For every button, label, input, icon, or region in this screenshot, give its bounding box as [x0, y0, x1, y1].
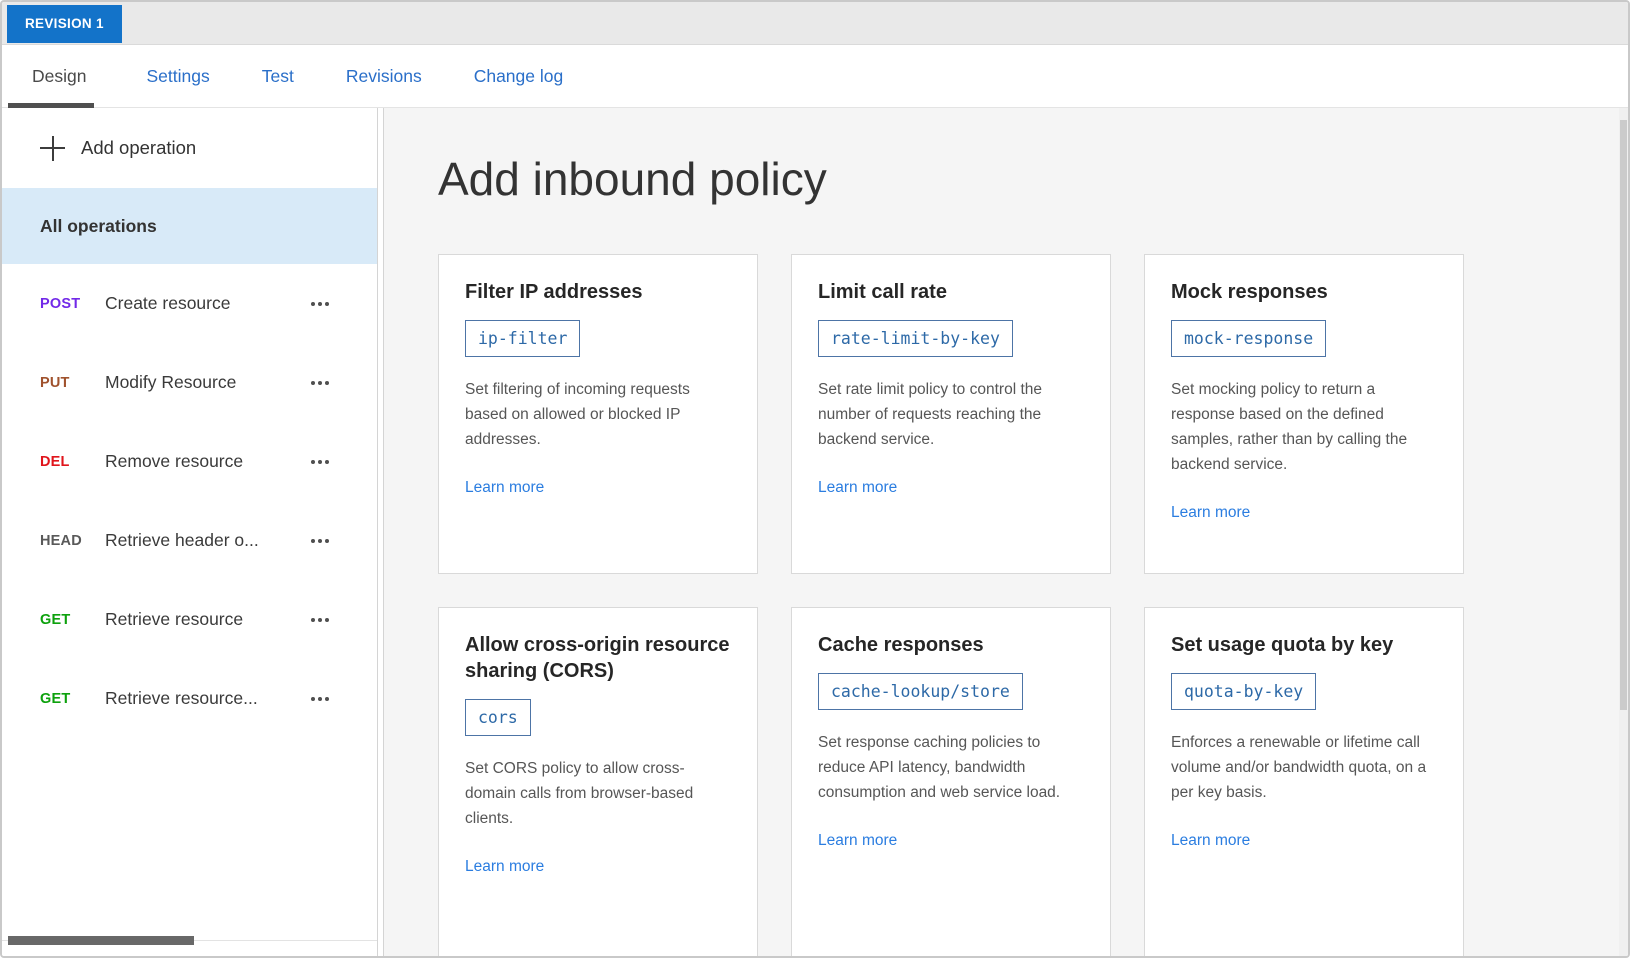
operation-name: Retrieve header o... — [105, 530, 311, 551]
card-title: Cache responses — [818, 632, 1084, 658]
operation-name: Retrieve resource... — [105, 688, 311, 709]
add-operation-button[interactable]: Add operation — [2, 108, 377, 188]
policy-tag-button[interactable]: quota-by-key — [1171, 673, 1316, 710]
policy-card-mock-responses: Mock responses mock-response Set mocking… — [1144, 254, 1464, 574]
policy-card-quota-by-key: Set usage quota by key quota-by-key Enfo… — [1144, 607, 1464, 958]
learn-more-link[interactable]: Learn more — [465, 479, 544, 497]
sidebar-item-create-resource[interactable]: POST Create resource — [2, 264, 377, 343]
revision-badge: REVISION 1 — [7, 5, 122, 43]
card-title: Set usage quota by key — [1171, 632, 1437, 658]
tab-bar: Design Settings Test Revisions Change lo… — [2, 45, 1628, 108]
page-title: Add inbound policy — [438, 150, 1628, 208]
vertical-scrollbar-track[interactable] — [1619, 108, 1628, 958]
policy-tag-button[interactable]: rate-limit-by-key — [818, 320, 1013, 357]
method-badge: HEAD — [40, 533, 105, 549]
more-options-icon[interactable] — [311, 697, 331, 701]
learn-more-link[interactable]: Learn more — [1171, 504, 1250, 522]
more-options-icon[interactable] — [311, 460, 331, 464]
method-badge: POST — [40, 296, 105, 312]
sidebar-item-retrieve-resource-2[interactable]: GET Retrieve resource... — [2, 659, 377, 738]
learn-more-link[interactable]: Learn more — [818, 832, 897, 850]
card-title: Allow cross-origin resource sharing (COR… — [465, 632, 731, 684]
operation-name: Create resource — [105, 293, 311, 314]
all-operations-label: All operations — [40, 216, 157, 237]
policy-card-cache-responses: Cache responses cache-lookup/store Set r… — [791, 607, 1111, 958]
learn-more-link[interactable]: Learn more — [818, 479, 897, 497]
policy-cards-grid: Filter IP addresses ip-filter Set filter… — [438, 254, 1628, 958]
policy-card-limit-call-rate: Limit call rate rate-limit-by-key Set ra… — [791, 254, 1111, 574]
more-options-icon[interactable] — [311, 302, 331, 306]
policy-tag-button[interactable]: mock-response — [1171, 320, 1326, 357]
add-inbound-policy-panel: Add inbound policy Filter IP addresses i… — [384, 108, 1628, 958]
policy-card-filter-ip: Filter IP addresses ip-filter Set filter… — [438, 254, 758, 574]
card-description: Set response caching policies to reduce … — [818, 730, 1084, 805]
sidebar-item-retrieve-resource[interactable]: GET Retrieve resource — [2, 580, 377, 659]
revision-topbar: REVISION 1 — [2, 2, 1628, 45]
learn-more-link[interactable]: Learn more — [1171, 832, 1250, 850]
policy-tag-button[interactable]: ip-filter — [465, 320, 580, 357]
sidebar-item-remove-resource[interactable]: DEL Remove resource — [2, 422, 377, 501]
card-description: Set CORS policy to allow cross-domain ca… — [465, 756, 731, 831]
sidebar-item-retrieve-header[interactable]: HEAD Retrieve header o... — [2, 501, 377, 580]
api-management-design-page: REVISION 1 Design Settings Test Revision… — [0, 0, 1630, 958]
tab-revisions[interactable]: Revisions — [346, 45, 422, 108]
method-badge: GET — [40, 691, 105, 707]
policy-card-cors: Allow cross-origin resource sharing (COR… — [438, 607, 758, 958]
method-badge: DEL — [40, 454, 105, 470]
card-description: Set filtering of incoming requests based… — [465, 377, 731, 452]
card-description: Set mocking policy to return a response … — [1171, 377, 1437, 477]
more-options-icon[interactable] — [311, 618, 331, 622]
card-title: Mock responses — [1171, 279, 1437, 305]
sidebar-item-modify-resource[interactable]: PUT Modify Resource — [2, 343, 377, 422]
policy-tag-button[interactable]: cache-lookup/store — [818, 673, 1023, 710]
sidebar-item-all-operations[interactable]: All operations — [2, 188, 377, 264]
card-description: Enforces a renewable or lifetime call vo… — [1171, 730, 1437, 805]
operation-name: Retrieve resource — [105, 609, 311, 630]
operation-name: Remove resource — [105, 451, 311, 472]
tab-change-log[interactable]: Change log — [474, 45, 564, 108]
add-operation-label: Add operation — [81, 137, 196, 159]
method-badge: PUT — [40, 375, 105, 391]
plus-icon — [40, 136, 65, 161]
tab-settings[interactable]: Settings — [146, 45, 209, 108]
horizontal-scrollbar[interactable] — [8, 936, 194, 945]
tab-design[interactable]: Design — [8, 45, 94, 108]
card-description: Set rate limit policy to control the num… — [818, 377, 1084, 452]
method-badge: GET — [40, 612, 105, 628]
card-title: Filter IP addresses — [465, 279, 731, 305]
more-options-icon[interactable] — [311, 539, 331, 543]
tab-test[interactable]: Test — [262, 45, 294, 108]
learn-more-link[interactable]: Learn more — [465, 858, 544, 876]
card-title: Limit call rate — [818, 279, 1084, 305]
operations-sidebar: Add operation All operations POST Create… — [2, 108, 378, 958]
vertical-scrollbar-thumb[interactable] — [1620, 120, 1627, 710]
more-options-icon[interactable] — [311, 381, 331, 385]
policy-tag-button[interactable]: cors — [465, 699, 531, 736]
operation-name: Modify Resource — [105, 372, 311, 393]
